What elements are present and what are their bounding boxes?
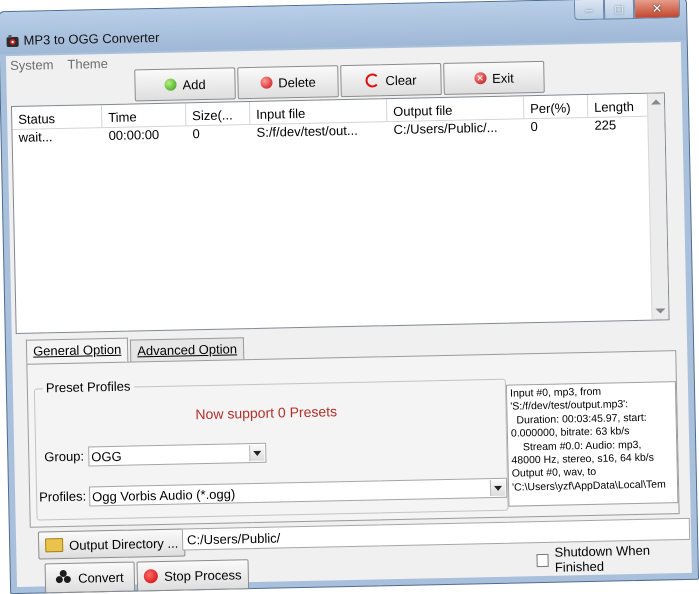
- profiles-label: Profiles:: [38, 488, 87, 505]
- stop-process-button[interactable]: Stop Process: [136, 559, 250, 592]
- chevron-down-icon[interactable]: [249, 444, 265, 462]
- close-button[interactable]: ✕: [633, 0, 681, 19]
- stop-process-label: Stop Process: [164, 566, 242, 584]
- exit-button[interactable]: ✕ Exit: [443, 60, 545, 95]
- cell-length: 225: [594, 117, 617, 133]
- cell-time: 00:00:00: [108, 126, 160, 143]
- column-header-input-file[interactable]: Input file: [249, 99, 388, 125]
- clear-button[interactable]: Clear: [340, 63, 442, 98]
- chevron-down-icon[interactable]: [489, 479, 506, 497]
- scroll-up-icon[interactable]: [650, 99, 662, 105]
- column-header-time[interactable]: Time: [101, 103, 187, 128]
- cell-status: wait...: [18, 129, 53, 145]
- add-button-label: Add: [182, 76, 206, 92]
- menu-theme[interactable]: Theme: [67, 56, 108, 75]
- add-icon: [164, 78, 177, 91]
- group-select-value: OGG: [91, 448, 122, 465]
- media-info-box[interactable]: Input #0, mp3, from 'S:/f/dev/test/outpu…: [505, 381, 679, 507]
- file-list[interactable]: Status Time Size(... Input file Output f…: [10, 92, 670, 334]
- preset-profiles-group: Preset Profiles Now support 0 Presets Gr…: [33, 378, 509, 521]
- column-header-length[interactable]: Length: [587, 93, 651, 117]
- cell-output-file: C:/Users/Public/...: [393, 119, 498, 138]
- delete-button[interactable]: Delete: [237, 65, 339, 100]
- group-label: Group:: [44, 448, 85, 465]
- minimize-button[interactable]: –: [573, 0, 605, 21]
- column-header-output-file[interactable]: Output file: [386, 96, 525, 122]
- cell-input-file: S:/f/dev/test/out...: [256, 122, 358, 140]
- exit-icon: ✕: [474, 72, 487, 85]
- add-button[interactable]: Add: [134, 67, 236, 102]
- group-select[interactable]: OGG: [88, 442, 267, 467]
- output-directory-label: Output Directory ...: [69, 535, 179, 553]
- tab-advanced-option[interactable]: Advanced Option: [130, 337, 245, 362]
- general-option-panel: Preset Profiles Now support 0 Presets Gr…: [26, 350, 680, 528]
- shutdown-checkbox[interactable]: [536, 553, 549, 567]
- delete-button-label: Delete: [278, 74, 316, 90]
- output-directory-button[interactable]: Output Directory ...: [37, 528, 186, 560]
- folder-icon: [45, 538, 64, 553]
- column-header-status[interactable]: Status: [11, 105, 103, 130]
- clear-icon: [365, 73, 380, 88]
- convert-button[interactable]: Convert: [44, 561, 136, 594]
- shutdown-label: Shutdown When Finished: [554, 542, 651, 575]
- app-window: MP3 to OGG Converter – □ ✕ System Theme …: [0, 0, 699, 594]
- convert-icon: [56, 569, 72, 586]
- clear-button-label: Clear: [385, 72, 417, 88]
- exit-button-label: Exit: [491, 69, 514, 86]
- profiles-select-value: Ogg Vorbis Audio (*.ogg): [92, 486, 236, 505]
- convert-button-label: Convert: [77, 569, 124, 586]
- presets-message: Now support 0 Presets: [195, 403, 338, 423]
- preset-profiles-legend: Preset Profiles: [42, 378, 134, 396]
- stop-icon: [144, 569, 159, 584]
- caption-buttons: – □ ✕: [573, 0, 681, 21]
- window-title: MP3 to OGG Converter: [23, 29, 160, 48]
- column-header-percent[interactable]: Per(%): [523, 94, 589, 119]
- delete-icon: [260, 76, 273, 89]
- maximize-button[interactable]: □: [603, 0, 635, 20]
- client-area: System Theme Add Delete Clear ✕ Exit Sta…: [5, 41, 692, 594]
- speaker-mp3-icon[interactable]: [5, 34, 19, 48]
- tab-general-option[interactable]: General Option: [25, 337, 129, 364]
- menu-system[interactable]: System: [10, 57, 54, 76]
- file-list-scrollbar[interactable]: [646, 93, 669, 320]
- cell-size: 0: [192, 126, 200, 142]
- scroll-down-icon[interactable]: [655, 308, 666, 314]
- profiles-select[interactable]: Ogg Vorbis Audio (*.ogg): [88, 477, 508, 507]
- menu-bar: System Theme: [6, 56, 108, 76]
- cell-percent: 0: [530, 119, 538, 135]
- column-header-size[interactable]: Size(...: [185, 102, 251, 126]
- shutdown-when-finished-option[interactable]: Shutdown When Finished: [536, 542, 692, 575]
